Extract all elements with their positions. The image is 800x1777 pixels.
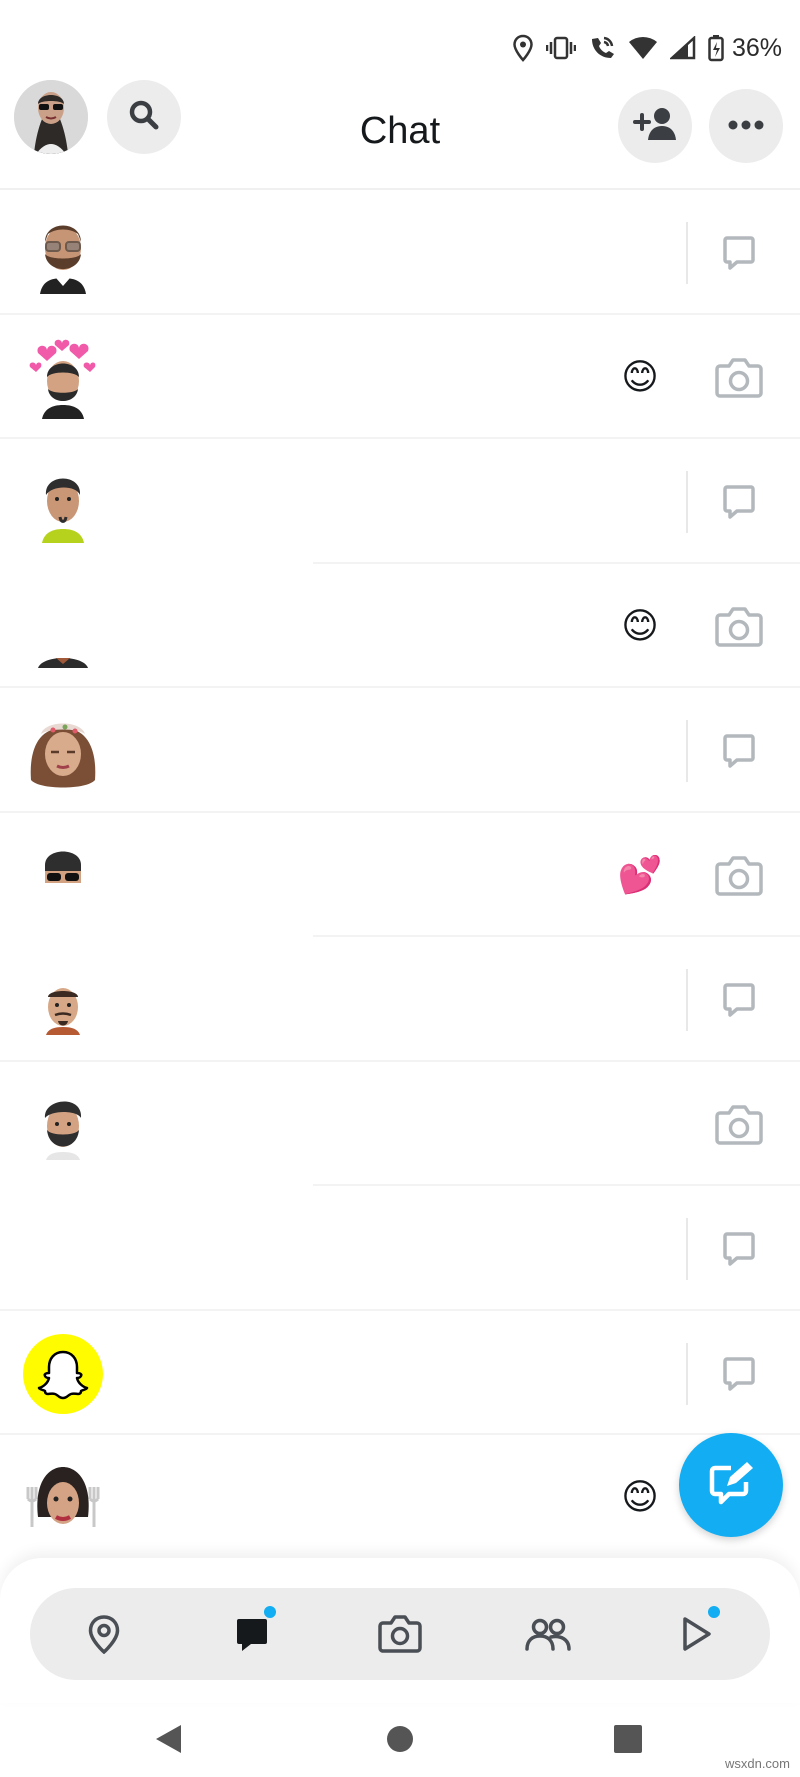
friends-icon[interactable] [516, 1602, 580, 1666]
snapchat-ghost-avatar [22, 1333, 104, 1415]
friend-avatar [22, 710, 104, 792]
friend-avatar [22, 337, 104, 419]
back-icon[interactable] [146, 1717, 190, 1761]
header: Chat [0, 80, 800, 190]
friend-avatar [22, 461, 104, 543]
friend-avatar [22, 1457, 104, 1539]
friend-avatar [22, 212, 104, 294]
chat-bubble-icon[interactable] [708, 222, 770, 284]
status-bar: 36% [0, 0, 800, 90]
friend-emoji: 😊 [621, 604, 659, 646]
system-nav-bar: wsxdn.com [0, 1703, 800, 1777]
camera-icon[interactable] [708, 1094, 770, 1156]
chat-row[interactable] [0, 1186, 800, 1311]
camera-icon[interactable] [368, 1602, 432, 1666]
chat-bubble-icon[interactable] [708, 720, 770, 782]
chat-list: 😊 😊 💕 😊 [0, 190, 800, 1560]
row-divider [686, 1218, 688, 1280]
more-icon [728, 117, 764, 135]
compose-chat-icon [707, 1460, 755, 1511]
vibrate-icon [545, 36, 576, 60]
chat-row[interactable] [0, 1062, 800, 1187]
friend-avatar [22, 835, 104, 917]
home-icon[interactable] [378, 1717, 422, 1761]
chat-row[interactable]: 💕 [0, 813, 800, 938]
friend-avatar [22, 1084, 104, 1166]
add-friend-icon [633, 106, 677, 147]
battery-level: 36% [731, 33, 782, 62]
camera-icon[interactable] [708, 845, 770, 907]
chat-row[interactable] [0, 937, 800, 1062]
chat-row[interactable]: 😊 [0, 564, 800, 688]
row-divider [686, 1342, 688, 1405]
camera-icon[interactable] [708, 596, 770, 658]
row-divider [686, 471, 688, 533]
recents-icon[interactable] [606, 1717, 650, 1761]
chat-row[interactable] [0, 439, 800, 564]
chat-bubble-icon[interactable] [708, 1343, 770, 1405]
row-divider [686, 720, 688, 782]
spotlight-icon[interactable] [664, 1602, 728, 1666]
wifi-call-icon [588, 34, 616, 62]
chat-bubble-icon[interactable] [708, 471, 770, 533]
chat-bubble-icon[interactable] [708, 1218, 770, 1280]
chat-row[interactable] [0, 688, 800, 813]
location-icon [512, 34, 534, 62]
battery-charging-icon [708, 34, 724, 62]
chat-row[interactable]: 😊 [0, 315, 800, 439]
new-chat-button[interactable] [679, 1433, 783, 1537]
row-divider [686, 222, 688, 284]
chat-row[interactable] [0, 1311, 800, 1435]
cell-signal-icon [669, 36, 696, 60]
more-button[interactable] [709, 89, 783, 163]
bottom-nav [0, 1558, 800, 1703]
chat-row[interactable] [0, 190, 800, 315]
add-friend-button[interactable] [618, 89, 692, 163]
wifi-icon [628, 36, 658, 60]
chat-notification-badge [262, 1604, 278, 1620]
bottom-nav-pill [30, 1588, 770, 1680]
camera-icon[interactable] [708, 347, 770, 409]
friend-emoji: 😊 [621, 1476, 659, 1517]
watermark: wsxdn.com [724, 1756, 790, 1771]
row-divider [686, 969, 688, 1031]
map-icon[interactable] [72, 1602, 136, 1666]
friend-emoji: 💕 [617, 853, 663, 895]
chat-icon[interactable] [220, 1602, 284, 1666]
chat-bubble-icon[interactable] [708, 969, 770, 1031]
friend-avatar [22, 586, 104, 668]
friend-emoji: 😊 [621, 355, 659, 397]
friend-avatar [22, 959, 104, 1041]
spotlight-notification-badge [706, 1604, 722, 1620]
